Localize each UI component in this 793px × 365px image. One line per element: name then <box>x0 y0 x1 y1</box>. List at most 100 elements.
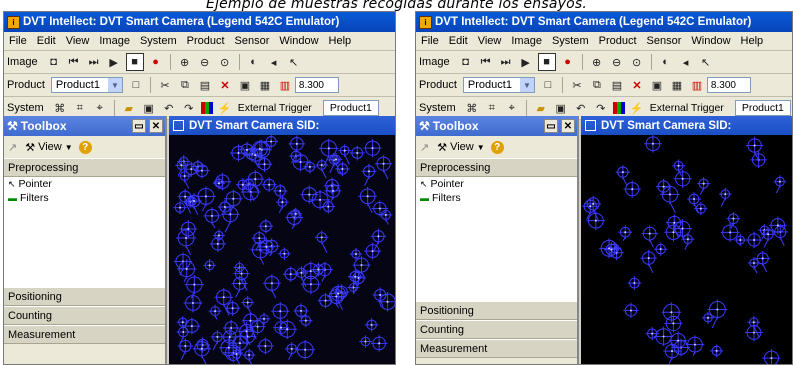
zoom-fit-icon[interactable]: ⊙ <box>217 54 233 70</box>
menu-window[interactable]: Window <box>686 35 735 47</box>
restore-icon[interactable]: ▭ <box>132 119 146 133</box>
paste-icon[interactable]: ▤ <box>609 77 625 93</box>
chevron-down-icon[interactable]: ▼ <box>107 78 122 92</box>
brightness-icon[interactable]: ◐ <box>246 54 262 70</box>
copy-icon[interactable]: ⧉ <box>589 77 605 93</box>
close-icon[interactable]: ✕ <box>149 119 163 133</box>
brightness-icon[interactable]: ◐ <box>658 54 674 70</box>
menu-edit[interactable]: Edit <box>444 35 473 47</box>
menu-edit[interactable]: Edit <box>32 35 61 47</box>
trigger-icon[interactable]: ⚡ <box>217 100 233 116</box>
save-icon[interactable]: ▣ <box>237 77 253 93</box>
delete-icon[interactable]: ✕ <box>629 77 645 93</box>
section-positioning[interactable]: Positioning <box>416 301 577 320</box>
section-preprocessing[interactable]: Preprocessing <box>416 158 577 177</box>
menu-system[interactable]: System <box>547 35 594 47</box>
system-icon-2[interactable]: ⌗ <box>72 100 88 116</box>
section-counting[interactable]: Counting <box>416 320 577 339</box>
menu-help[interactable]: Help <box>736 35 769 47</box>
exposure-input[interactable]: 8.300 <box>706 77 751 93</box>
redo-icon[interactable]: ↷ <box>593 100 609 116</box>
menu-product[interactable]: Product <box>182 35 230 47</box>
stop-icon[interactable]: ■ <box>125 53 144 71</box>
arrow-left-icon[interactable]: ◂ <box>266 54 282 70</box>
new-icon[interactable]: □ <box>128 77 144 93</box>
external-trigger-button[interactable]: External Trigger <box>235 100 315 116</box>
paste-icon[interactable]: ▤ <box>197 77 213 93</box>
arrow-left-icon[interactable]: ◂ <box>678 54 694 70</box>
zoom-out-icon[interactable]: ⊖ <box>197 54 213 70</box>
zoom-in-icon[interactable]: ⊕ <box>589 54 605 70</box>
view-icon[interactable]: ⚒ <box>437 141 447 154</box>
camera-image[interactable] <box>169 135 396 365</box>
chevron-down-icon[interactable]: ▼ <box>65 143 73 152</box>
new-icon[interactable]: □ <box>540 77 556 93</box>
menu-view[interactable]: View <box>61 35 95 47</box>
view-menu[interactable]: View <box>450 141 474 153</box>
tool-pointer[interactable]: ↖ Pointer <box>416 177 577 191</box>
tool-filters[interactable]: ▬ Filters <box>416 191 577 205</box>
zoom-in-icon[interactable]: ⊕ <box>177 54 193 70</box>
select-icon[interactable]: ↗ <box>420 141 429 154</box>
exposure-input[interactable]: 8.300 <box>294 77 339 93</box>
chevron-down-icon[interactable]: ▼ <box>519 78 534 92</box>
menu-sensor[interactable]: Sensor <box>642 35 687 47</box>
undo-icon[interactable]: ↶ <box>573 100 589 116</box>
calc-icon[interactable]: ▦ <box>669 77 685 93</box>
first-icon[interactable]: ⏮ <box>66 54 82 70</box>
select-icon[interactable]: ↗ <box>8 141 17 154</box>
view-icon[interactable]: ⚒ <box>25 141 35 154</box>
play-icon[interactable]: ▶ <box>518 54 534 70</box>
system-icon-3[interactable]: ⌖ <box>504 100 520 116</box>
camera-icon[interactable]: ◘ <box>46 54 62 70</box>
color-bars-icon[interactable] <box>612 102 625 114</box>
record-icon[interactable]: ● <box>560 54 576 70</box>
exposure-icon[interactable]: ▥ <box>689 77 705 93</box>
menu-file[interactable]: File <box>416 35 444 47</box>
save-icon[interactable]: ▣ <box>649 77 665 93</box>
menu-view[interactable]: View <box>473 35 507 47</box>
cut-icon[interactable]: ✂ <box>569 77 585 93</box>
external-trigger-button[interactable]: External Trigger <box>647 100 727 116</box>
stop-icon[interactable]: ■ <box>537 53 556 71</box>
restore-icon[interactable]: ▭ <box>544 119 558 133</box>
system-icon-1[interactable]: ⌘ <box>464 100 480 116</box>
close-icon[interactable]: ✕ <box>561 119 575 133</box>
system-icon-3[interactable]: ⌖ <box>92 100 108 116</box>
last-icon[interactable]: ⏭ <box>86 54 102 70</box>
section-positioning[interactable]: Positioning <box>4 287 165 306</box>
section-preprocessing[interactable]: Preprocessing <box>4 158 165 177</box>
camera-icon[interactable]: ◘ <box>458 54 474 70</box>
section-counting[interactable]: Counting <box>4 306 165 325</box>
last-icon[interactable]: ⏭ <box>498 54 514 70</box>
pointer-icon[interactable]: ↖ <box>698 54 714 70</box>
menu-window[interactable]: Window <box>274 35 323 47</box>
camera-image[interactable] <box>581 135 793 365</box>
system-icon-2[interactable]: ⌗ <box>484 100 500 116</box>
calc-icon[interactable]: ▦ <box>257 77 273 93</box>
open-folder-icon[interactable]: ▰ <box>121 100 137 116</box>
chevron-down-icon[interactable]: ▼ <box>477 143 485 152</box>
system-icon-1[interactable]: ⌘ <box>52 100 68 116</box>
zoom-out-icon[interactable]: ⊖ <box>609 54 625 70</box>
exposure-icon[interactable]: ▥ <box>277 77 293 93</box>
menu-help[interactable]: Help <box>324 35 357 47</box>
help-icon[interactable]: ? <box>78 140 92 154</box>
redo-icon[interactable]: ↷ <box>181 100 197 116</box>
first-icon[interactable]: ⏮ <box>478 54 494 70</box>
view-menu[interactable]: View <box>38 141 62 153</box>
product-select[interactable]: Product1 ▼ <box>462 77 535 93</box>
copy-icon[interactable]: ⧉ <box>177 77 193 93</box>
menu-image[interactable]: Image <box>506 35 547 47</box>
trigger-icon[interactable]: ⚡ <box>629 100 645 116</box>
zoom-fit-icon[interactable]: ⊙ <box>629 54 645 70</box>
save-disk-icon[interactable]: ▣ <box>553 100 569 116</box>
play-icon[interactable]: ▶ <box>106 54 122 70</box>
undo-icon[interactable]: ↶ <box>161 100 177 116</box>
section-measurement[interactable]: Measurement <box>416 339 577 358</box>
cut-icon[interactable]: ✂ <box>157 77 173 93</box>
tool-pointer[interactable]: ↖ Pointer <box>4 177 165 191</box>
delete-icon[interactable]: ✕ <box>217 77 233 93</box>
save-disk-icon[interactable]: ▣ <box>141 100 157 116</box>
record-icon[interactable]: ● <box>148 54 164 70</box>
